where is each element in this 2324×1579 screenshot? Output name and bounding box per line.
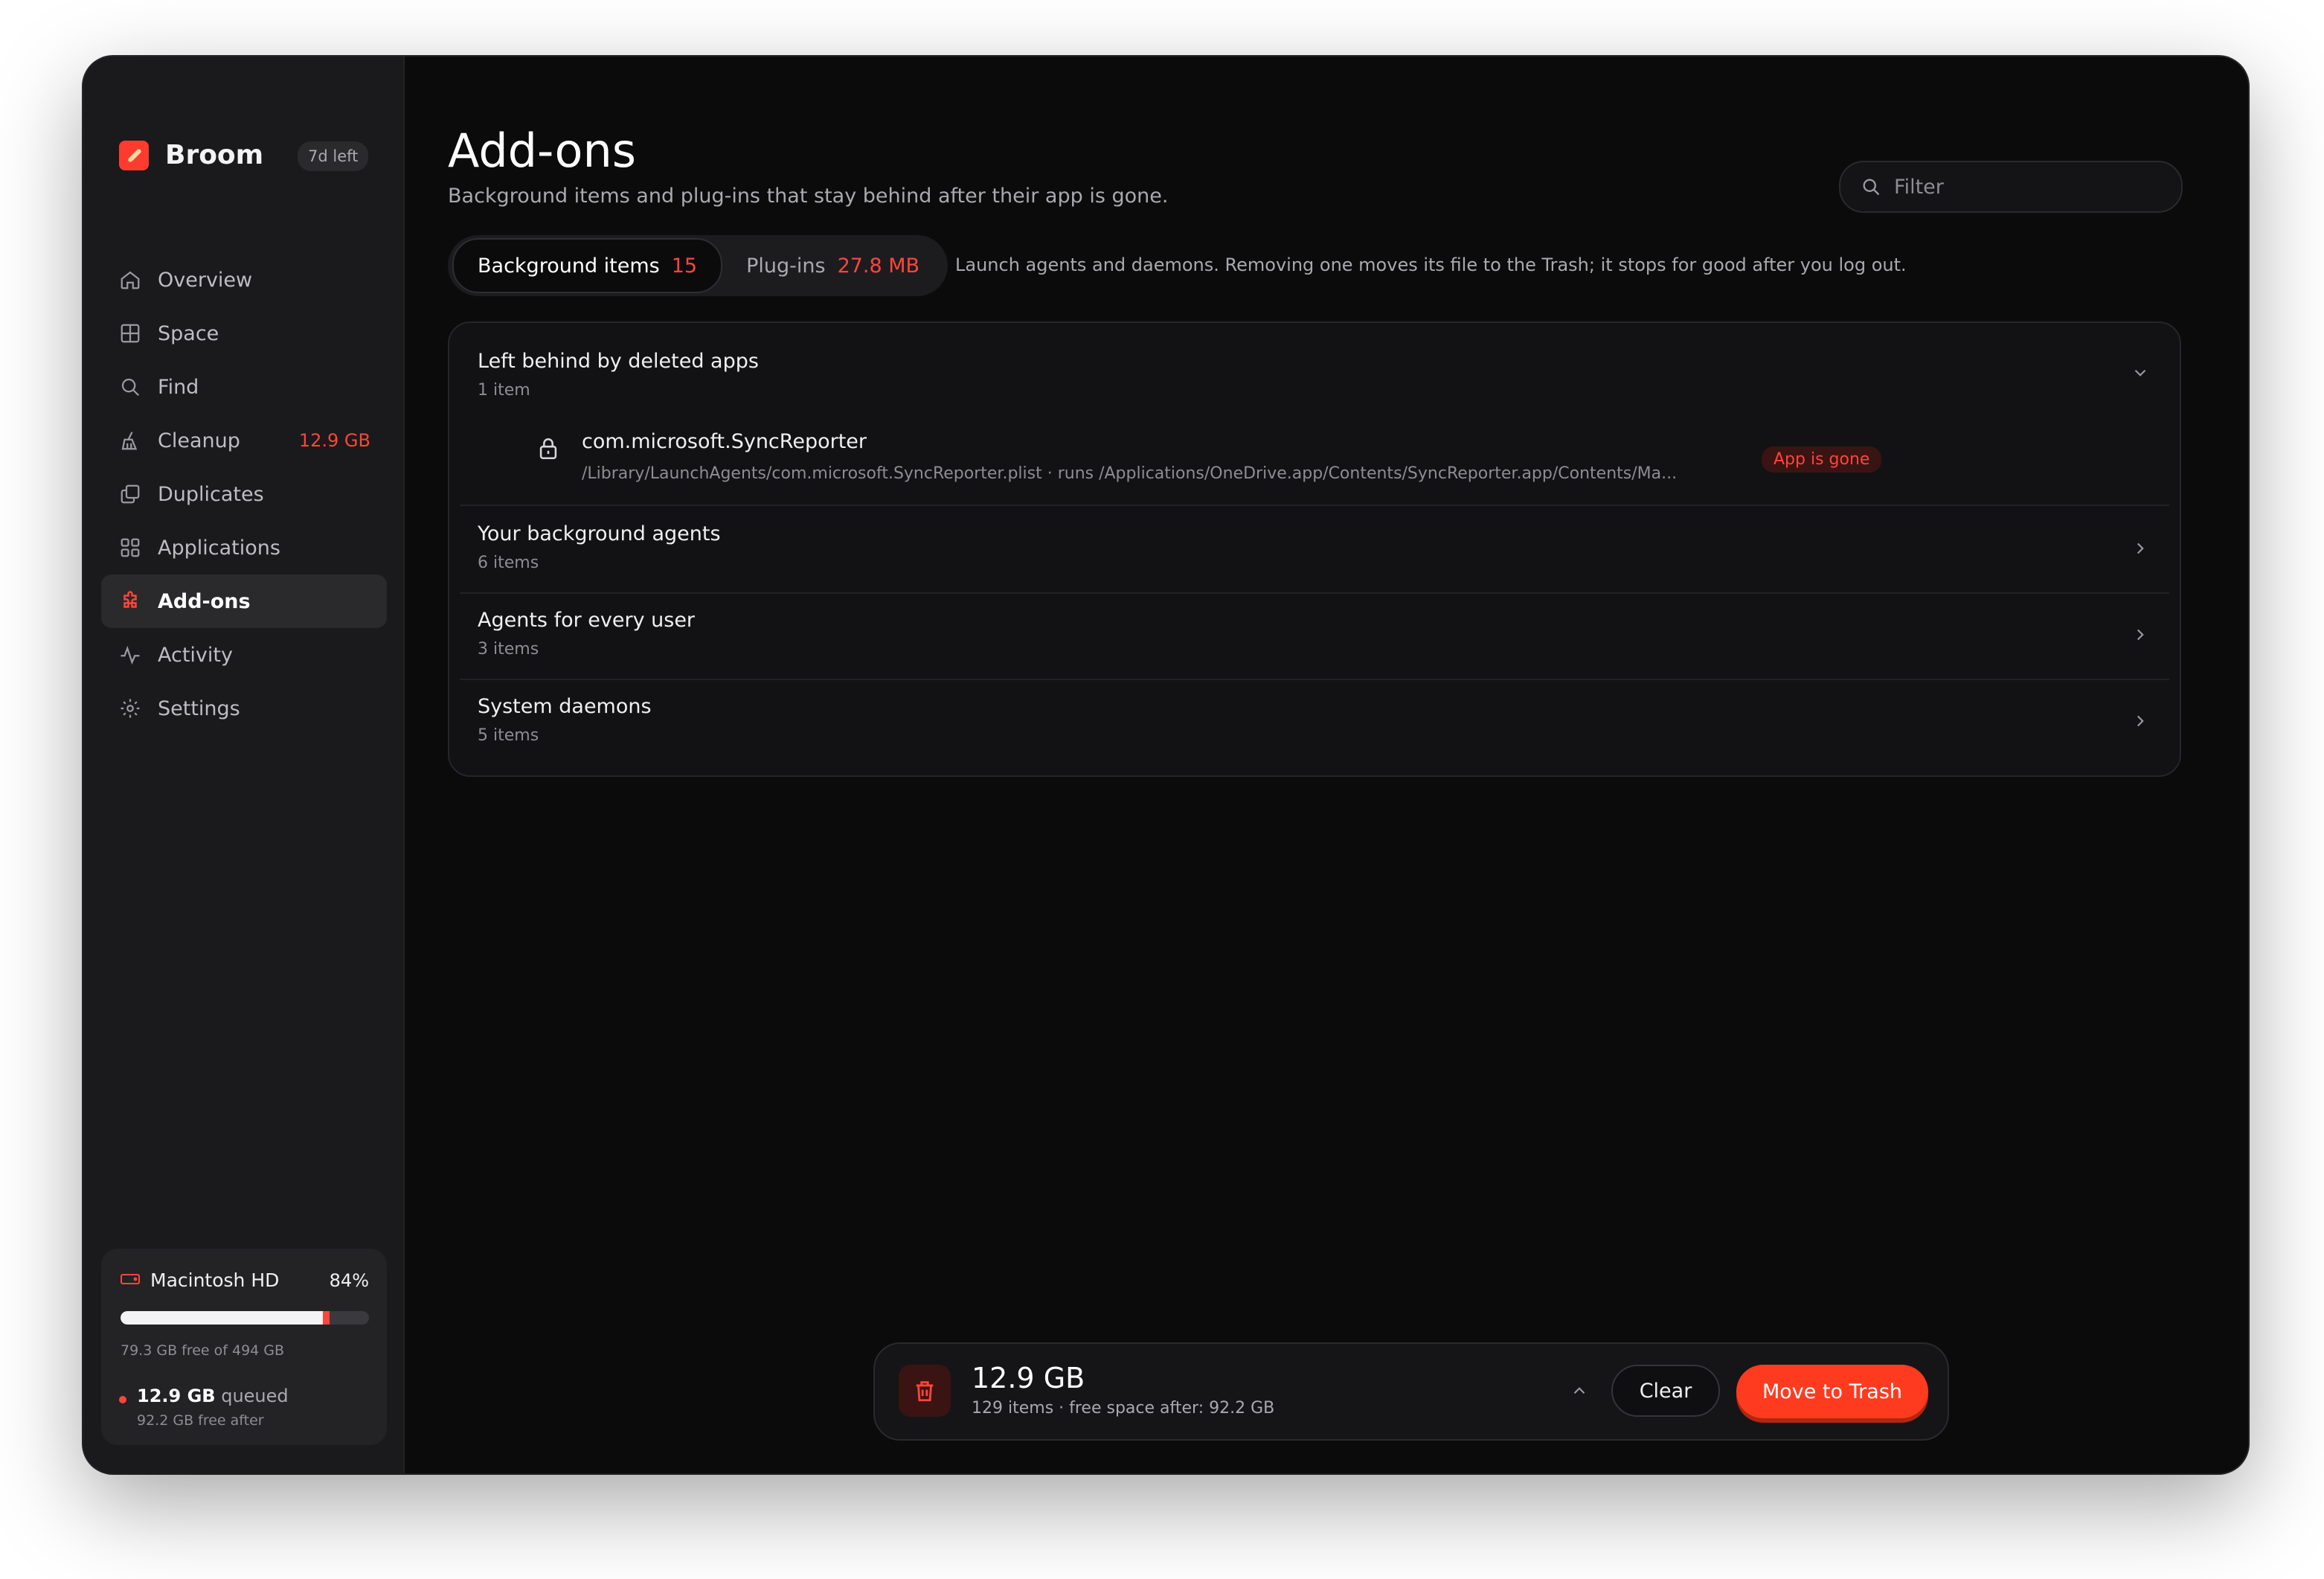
queued-indicator-dot	[119, 1396, 126, 1403]
group-count: 5 items	[478, 726, 539, 745]
tab-count: 27.8 MB	[837, 254, 920, 278]
sidebar: Broom 7d left Overview Space Find Cleanu…	[83, 57, 405, 1473]
tab-plug-ins[interactable]: Plug-ins 27.8 MB	[722, 240, 943, 292]
group-title: Left behind by deleted apps	[478, 350, 759, 373]
chevron-right-icon[interactable]	[2129, 624, 2151, 646]
copy-icon	[118, 481, 143, 507]
home-icon	[118, 267, 143, 292]
group-agents-for-every-user[interactable]: Agents for every user 3 items	[449, 594, 2180, 680]
activity-icon	[118, 642, 143, 667]
page-subtitle: Background items and plug-ins that stay …	[448, 185, 1169, 208]
gear-icon	[118, 696, 143, 721]
app-window: Broom 7d left Overview Space Find Cleanu…	[83, 57, 2248, 1473]
brand: Broom	[119, 140, 263, 170]
group-title: System daemons	[478, 695, 652, 718]
group-system-daemons[interactable]: System daemons 5 items	[449, 680, 2180, 775]
sidebar-item-settings[interactable]: Settings	[101, 682, 387, 735]
disk-header: Macintosh HD 84%	[121, 1269, 369, 1291]
sidebar-item-duplicates[interactable]: Duplicates	[101, 467, 387, 521]
group-header[interactable]: Left behind by deleted apps 1 item	[449, 323, 2180, 412]
sidebar-nav: Overview Space Find Cleanup 12.9 GB Dupl…	[101, 253, 387, 735]
chevron-right-icon[interactable]	[2129, 710, 2151, 732]
selection-bar: 12.9 GB 129 items · free space after: 92…	[873, 1342, 1949, 1441]
sidebar-item-label: Applications	[158, 536, 280, 560]
group-count: 3 items	[478, 640, 539, 659]
item-path: /Library/LaunchAgents/com.microsoft.Sync…	[582, 464, 1678, 483]
sidebar-item-add-ons[interactable]: Add-ons	[101, 574, 387, 628]
sidebar-item-cleanup[interactable]: Cleanup 12.9 GB	[101, 414, 387, 467]
status-badge: App is gone	[1762, 446, 1882, 473]
sidebar-item-activity[interactable]: Activity	[101, 628, 387, 682]
sidebar-item-label: Activity	[158, 643, 233, 667]
sidebar-item-overview[interactable]: Overview	[101, 253, 387, 307]
group-left-behind: Left behind by deleted apps 1 item com.m…	[449, 323, 2180, 506]
broom-logo-icon	[119, 140, 149, 170]
sidebar-item-label: Duplicates	[158, 482, 264, 506]
queued-label: queued	[221, 1386, 289, 1406]
disk-usage-card: Macintosh HD 84% 79.3 GB free of 494 GB …	[101, 1249, 387, 1445]
search-icon	[1858, 174, 1884, 199]
list-item[interactable]: com.microsoft.SyncReporter /Library/Laun…	[449, 420, 2180, 502]
free-after-text: 92.2 GB free after	[137, 1412, 264, 1429]
selection-meta: 129 items · free space after: 92.2 GB	[972, 1399, 1275, 1418]
sidebar-item-label: Find	[158, 375, 199, 399]
tab-background-items[interactable]: Background items 15	[452, 238, 723, 293]
main-content: Add-ons Background items and plug-ins th…	[405, 57, 2248, 1473]
sidebar-item-applications[interactable]: Applications	[101, 521, 387, 574]
group-count: 1 item	[478, 381, 530, 400]
group-title: Your background agents	[478, 522, 721, 545]
tab-label: Background items	[478, 254, 660, 278]
tab-description: Launch agents and daemons. Removing one …	[955, 254, 1907, 275]
tab-count: 15	[671, 254, 698, 278]
app-name: Broom	[165, 140, 264, 170]
filter-field[interactable]	[1839, 161, 2183, 213]
move-to-trash-button[interactable]: Move to Trash	[1736, 1365, 1928, 1418]
puzzle-icon	[118, 589, 143, 614]
chevron-right-icon[interactable]	[2129, 537, 2151, 560]
sidebar-item-label: Cleanup	[158, 429, 240, 452]
search-icon	[118, 374, 143, 400]
grid-icon	[118, 321, 143, 346]
chevron-up-icon[interactable]	[1567, 1378, 1592, 1403]
disk-usage-bar	[121, 1311, 369, 1325]
disk-name: Macintosh HD	[150, 1269, 280, 1291]
apps-icon	[118, 535, 143, 560]
segmented-tabs: Background items 15 Plug-ins 27.8 MB	[448, 235, 948, 296]
item-name: com.microsoft.SyncReporter	[582, 430, 867, 453]
tab-label: Plug-ins	[746, 254, 826, 278]
page-title: Add-ons	[448, 124, 637, 178]
group-title: Agents for every user	[478, 609, 696, 632]
queued-value: 12.9 GB	[137, 1386, 216, 1406]
disk-free-text: 79.3 GB free of 494 GB	[121, 1342, 285, 1359]
filter-input[interactable]	[1893, 174, 2163, 199]
disk-queued-fill	[322, 1311, 330, 1325]
lock-icon	[536, 436, 561, 461]
broom-icon	[118, 428, 143, 453]
sidebar-item-find[interactable]: Find	[101, 360, 387, 414]
sidebar-item-label: Space	[158, 321, 219, 345]
background-items-panel: Left behind by deleted apps 1 item com.m…	[448, 321, 2181, 777]
queued-summary: 12.9 GB queued	[137, 1386, 289, 1406]
sidebar-item-label: Settings	[158, 696, 240, 720]
cleanup-size-badge: 12.9 GB	[298, 430, 370, 451]
group-count: 6 items	[478, 554, 539, 572]
clear-button[interactable]: Clear	[1611, 1365, 1720, 1417]
sidebar-item-space[interactable]: Space	[101, 307, 387, 360]
disk-used-percent: 84%	[329, 1269, 369, 1291]
chevron-down-icon[interactable]	[2129, 362, 2151, 384]
selection-size: 12.9 GB	[972, 1362, 1085, 1394]
trial-badge: 7d left	[298, 141, 369, 171]
sidebar-item-label: Overview	[158, 268, 253, 292]
disk-used-fill	[121, 1311, 323, 1325]
sidebar-item-label: Add-ons	[158, 589, 251, 613]
trash-icon	[899, 1365, 951, 1417]
group-your-background-agents[interactable]: Your background agents 6 items	[449, 506, 2180, 592]
hard-drive-icon	[121, 1272, 140, 1290]
